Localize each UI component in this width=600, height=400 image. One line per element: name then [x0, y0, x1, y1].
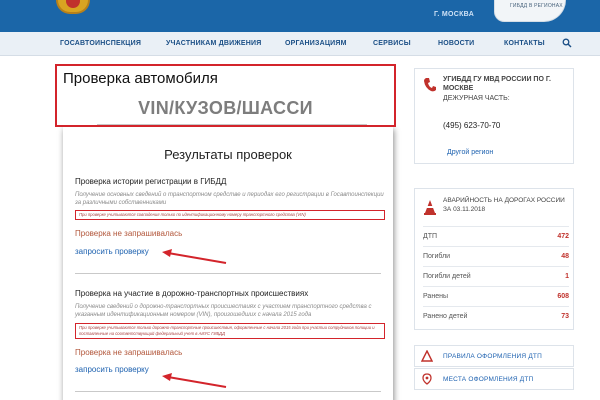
warning-triangle-icon — [421, 350, 433, 362]
stat-label: ДТП — [423, 233, 438, 240]
city-label[interactable]: Г. МОСКВА — [434, 11, 474, 18]
stat-row: ДТП 472 — [423, 226, 569, 246]
section-title-registration: Проверка истории регистрации в ГИБДД — [75, 177, 227, 186]
divider — [97, 124, 367, 125]
request-check-link-accidents[interactable]: запросить проверку — [75, 365, 149, 374]
section-description-registration: Получение основных сведений о транспортн… — [75, 192, 384, 206]
gibdd-emblem-logo[interactable] — [56, 0, 90, 14]
contact-block: УГИБДД ГУ МВД РОССИИ ПО Г. МОСКВЕ ДЕЖУРН… — [414, 68, 574, 164]
stat-label: Погибли — [423, 253, 451, 260]
stat-value: 1 — [565, 273, 569, 280]
duty-label: ДЕЖУРНАЯ ЧАСТЬ: — [443, 95, 510, 102]
phone-number[interactable]: (495) 623-70-70 — [443, 121, 500, 130]
stat-label: Ранено детей — [423, 313, 468, 320]
region-label[interactable]: ГИБДД В РЕГИОНАХ — [510, 3, 563, 9]
accident-places-link[interactable]: МЕСТА ОФОРМЛЕНИЯ ДТП — [414, 368, 574, 390]
status-accidents: Проверка не запрашивалась — [75, 348, 183, 357]
map-pin-icon — [422, 373, 432, 385]
vin-body-chassis-label: VIN/КУЗОВ/ШАССИ — [138, 98, 313, 118]
nav-item-organizations[interactable]: ОРГАНИЗАЦИЯМ — [285, 40, 347, 47]
vehicle-check-highlight: Проверка автомобиля VIN/КУЗОВ/ШАССИ — [55, 64, 396, 127]
traffic-cone-icon — [424, 200, 436, 215]
contact-org-title: УГИБДД ГУ МВД РОССИИ ПО Г. МОСКВЕ — [443, 76, 551, 92]
request-check-link-registration[interactable]: запросить проверку — [75, 247, 149, 256]
search-icon[interactable] — [562, 38, 572, 48]
nav-item-gosavtoinspekciya[interactable]: ГОСАВТОИНСПЕКЦИЯ — [60, 40, 141, 47]
stat-value: 73 — [561, 313, 569, 320]
accident-stats-block: АВАРИЙНОСТЬ НА ДОРОГАХ РОССИИ ЗА 03.11.2… — [414, 188, 574, 330]
section-divider — [75, 391, 381, 392]
red-arrow-annotation — [162, 249, 227, 264]
section-title-accidents: Проверка на участие в дорожно-транспортн… — [75, 289, 309, 298]
nav-item-services[interactable]: СЕРВИСЫ — [373, 40, 411, 47]
nav-item-contacts[interactable]: КОНТАКТЫ — [504, 40, 545, 47]
link-label[interactable]: МЕСТА ОФОРМЛЕНИЯ ДТП — [443, 376, 533, 383]
page-title: Проверка автомобиля — [63, 70, 218, 87]
red-arrow-annotation — [162, 373, 227, 388]
page: Г. МОСКВА ГИБДД В РЕГИОНАХ ГОСАВТОИНСПЕК… — [0, 0, 600, 400]
main-nav: ГОСАВТОИНСПЕКЦИЯ УЧАСТНИКАМ ДВИЖЕНИЯ ОРГ… — [0, 32, 600, 56]
phone-icon — [424, 78, 436, 92]
nav-item-news[interactable]: НОВОСТИ — [438, 40, 474, 47]
stat-row: Погибли 48 — [423, 246, 569, 266]
other-region-link[interactable]: Другой регион — [447, 149, 493, 156]
results-title: Результаты проверок — [164, 147, 292, 162]
accident-rules-link[interactable]: ПРАВИЛА ОФОРМЛЕНИЯ ДТП — [414, 345, 574, 367]
header-bar: Г. МОСКВА ГИБДД В РЕГИОНАХ — [0, 0, 600, 32]
stat-label: Погибли детей — [423, 273, 471, 280]
stat-label: Ранены — [423, 293, 448, 300]
nav-item-participants[interactable]: УЧАСТНИКАМ ДВИЖЕНИЯ — [166, 40, 262, 47]
results-panel: Результаты проверок Проверка истории рег… — [63, 127, 393, 400]
section-divider — [75, 273, 381, 274]
stat-row: Ранены 608 — [423, 286, 569, 306]
section-note-accidents: При проверке учитываются только дорожно-… — [75, 323, 385, 339]
stat-row: Погибли детей 1 — [423, 266, 569, 286]
stat-value: 608 — [557, 293, 569, 300]
section-description-accidents: Получение сведений о дорожно-транспортны… — [75, 304, 372, 318]
link-label[interactable]: ПРАВИЛА ОФОРМЛЕНИЯ ДТП — [443, 353, 542, 360]
status-registration: Проверка не запрашивалась — [75, 229, 183, 238]
stat-value: 48 — [561, 253, 569, 260]
accident-stats-title: АВАРИЙНОСТЬ НА ДОРОГАХ РОССИИ ЗА 03.11.2… — [443, 197, 565, 213]
section-note-registration: При проверке учитываются совпадения толь… — [75, 210, 385, 220]
stat-row: Ранено детей 73 — [423, 306, 569, 326]
stat-value: 472 — [557, 233, 569, 240]
